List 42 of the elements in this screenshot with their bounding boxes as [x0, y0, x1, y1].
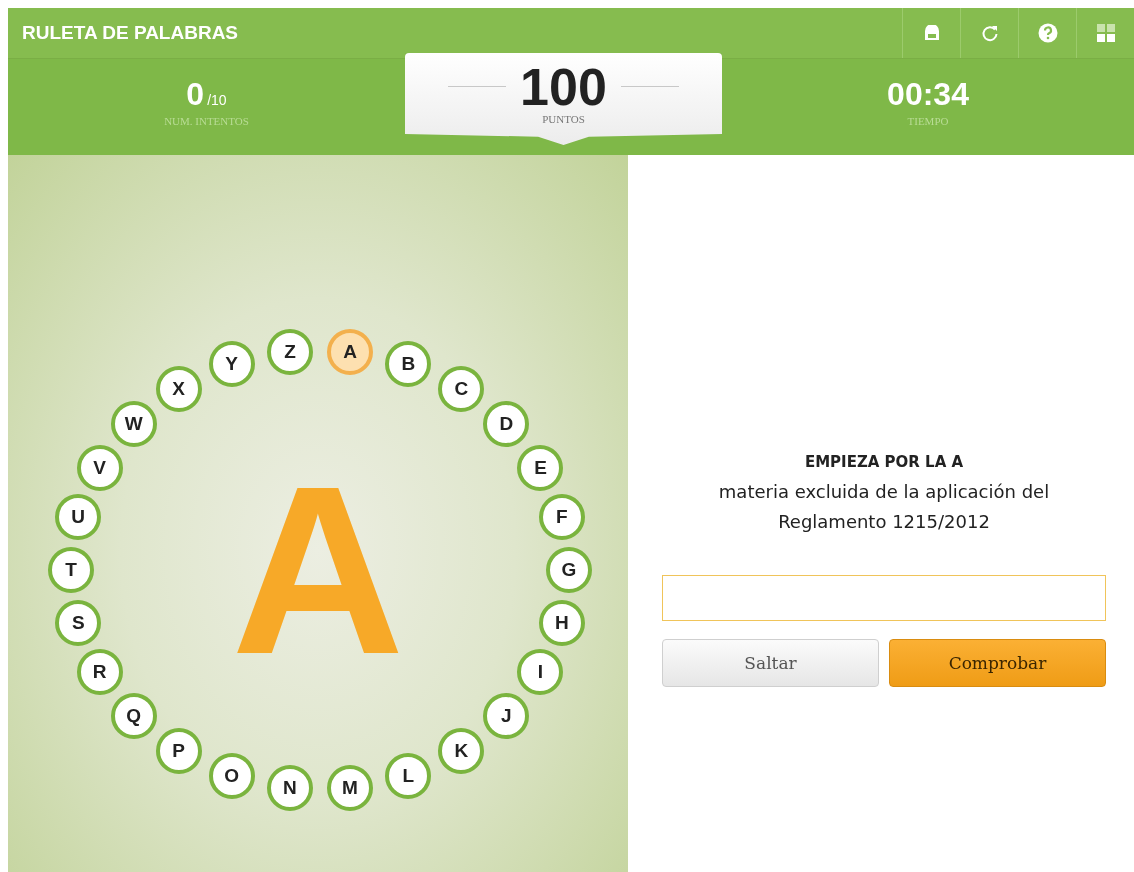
help-icon	[1037, 23, 1058, 43]
letter-button[interactable]: P	[155, 728, 202, 775]
letter-button[interactable]: F	[538, 494, 585, 541]
letter-button[interactable]: T	[48, 547, 94, 593]
grid-icon	[1096, 24, 1115, 42]
letter-button[interactable]: C	[438, 365, 485, 412]
question-heading: EMPIEZA POR LA A	[804, 453, 964, 471]
letter-button[interactable]: X	[155, 365, 202, 412]
answer-field[interactable]	[662, 575, 1106, 621]
letter-button[interactable]: E	[517, 444, 564, 491]
letter-button[interactable]: U	[55, 494, 102, 541]
letter-button[interactable]: H	[538, 599, 585, 646]
letter-button[interactable]: Q	[110, 692, 157, 739]
letter-button[interactable]: O	[208, 752, 255, 799]
question-text: materia excluida de la aplicación del Reglamento 1215/2012	[717, 480, 1051, 534]
letter-button[interactable]: M	[327, 765, 373, 812]
current-letter: A	[231, 450, 405, 690]
letter-button[interactable]: B	[385, 341, 432, 388]
letter-button[interactable]: N	[267, 765, 313, 812]
letter-button[interactable]: V	[76, 444, 123, 491]
letter-button[interactable]: D	[483, 401, 530, 448]
skip-button[interactable]: Saltar	[662, 639, 879, 687]
letter-button[interactable]: Z	[267, 328, 313, 375]
letter-button[interactable]: S	[55, 599, 102, 646]
letter-button[interactable]: K	[438, 728, 485, 775]
letter-button[interactable]: W	[110, 401, 157, 448]
app-title: RULETA DE PALABRAS	[21, 21, 240, 45]
letter-button[interactable]: Y	[208, 341, 255, 388]
letter-button[interactable]: A	[327, 328, 373, 375]
attempts-count: 0	[186, 75, 205, 113]
letter-button[interactable]: G	[546, 547, 592, 593]
score-value: 100	[520, 61, 607, 113]
timer-value: 00:34	[887, 75, 969, 113]
attempts-label: NUM. INTENTOS	[164, 114, 249, 127]
letter-button[interactable]: J	[483, 692, 530, 739]
letter-button[interactable]: R	[76, 649, 123, 696]
timer-label: TIEMPO	[907, 114, 949, 127]
attempts-total: /10	[207, 91, 227, 108]
letter-button[interactable]: I	[517, 649, 564, 696]
score-label: PUNTOS	[542, 113, 585, 125]
check-button[interactable]: Comprobar	[889, 639, 1106, 687]
letter-button[interactable]: L	[385, 752, 432, 799]
